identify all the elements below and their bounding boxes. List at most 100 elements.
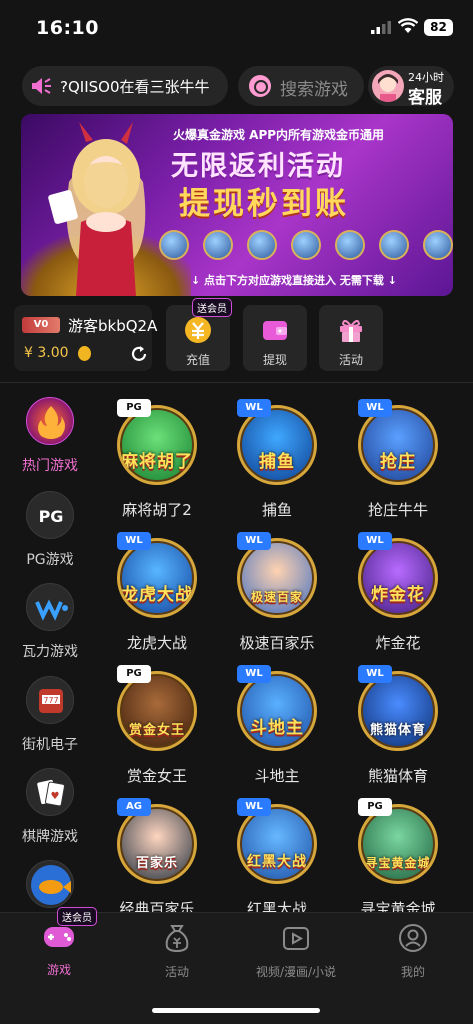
sidebar-label: 瓦力游戏 (22, 644, 78, 660)
game-tile-bounty-queen[interactable]: 赏金女王 PG 赏金女王 (107, 665, 207, 786)
game-tile-classic-baccarat[interactable]: 百家乐 AG 经典百家乐 (107, 798, 207, 919)
account-card[interactable]: V0 游客bkbQ2A ¥ 3.00 (14, 305, 157, 371)
wl-badge: WL (358, 399, 392, 417)
sidebar-item-wl-games[interactable]: 瓦力游戏 (0, 583, 100, 661)
game-art-text: 赏金女王 (128, 723, 185, 738)
game-label: 极速百家乐 (239, 634, 315, 652)
vip-gift-tag: 送会员 (57, 907, 97, 926)
banner-subtitle: 火爆真金游戏 APP内所有游戏金币通用 (173, 128, 385, 142)
game-art-text: 抢庄 (380, 452, 416, 472)
sidebar-label: 热门游戏 (22, 458, 78, 474)
withdraw-button[interactable]: 提现 (243, 305, 307, 371)
refresh-icon[interactable] (130, 345, 148, 363)
game-art-text: 龙虎大战 (121, 585, 193, 605)
user-icon (399, 924, 427, 952)
slot-machine-icon: 777 (26, 676, 74, 724)
game-tile-fishing[interactable]: 捕鱼 WL 捕鱼 (227, 399, 327, 520)
game-tile-panda-sports[interactable]: 熊猫体育 WL 熊猫体育 (348, 665, 448, 786)
game-artwork: 极速百家 (237, 538, 317, 618)
nav-label: 视频/漫画/小说 (255, 965, 337, 979)
sidebar-label: PG游戏 (26, 552, 74, 568)
game-label: 麻将胡了2 (122, 501, 192, 519)
service-label: 客服 (408, 88, 442, 108)
wl-badge: WL (237, 532, 271, 550)
sidebar-item-arcade[interactable]: 777 街机电子 (0, 676, 100, 754)
banner-game-icons (159, 230, 453, 260)
sidebar-item-fishing[interactable] (0, 860, 100, 908)
game-tile-mahjong-ways-2[interactable]: 麻将胡了 PG 麻将胡了2 (107, 399, 207, 520)
yuan-icon (185, 317, 211, 343)
game-label: 熊猫体育 (367, 767, 428, 785)
game-tile-red-black[interactable]: 红黑大战 WL 红黑大战 (227, 798, 327, 919)
game-artwork: 抢庄 (358, 405, 438, 485)
banner-game-icon (379, 230, 409, 260)
gamepad-icon (44, 927, 74, 947)
nav-tab-activity[interactable]: 活动 (122, 923, 232, 980)
wallet-icon (263, 321, 287, 340)
search-placeholder: 搜索游戏 (280, 80, 348, 100)
banner-game-icon (247, 230, 277, 260)
game-label: 炸金花 (375, 634, 421, 652)
game-tile-landlord[interactable]: 斗地主 WL 斗地主 (227, 665, 327, 786)
svg-text:♥: ♥ (51, 791, 60, 802)
banner-footer-text: ↓ 点击下方对应游戏直接进入 无需下载 ↓ (191, 274, 397, 287)
game-artwork: 龙虎大战 (117, 538, 197, 618)
fish-icon (26, 860, 74, 908)
balance: ¥ 3.00 (24, 345, 69, 361)
announcement-marquee[interactable]: ?QIISO0在看三张牛牛 (22, 66, 228, 106)
username: 游客bkbQ2A (68, 317, 158, 335)
game-label: 抢庄牛牛 (367, 501, 428, 519)
nav-tab-media[interactable]: 视频/漫画/小说 (241, 923, 351, 980)
game-tile-golden-flower[interactable]: 炸金花 WL 炸金花 (348, 532, 448, 653)
recharge-label: 充值 (185, 353, 210, 367)
sidebar-item-pg-games[interactable]: PG PG游戏 (0, 491, 100, 569)
announcement-text: ?QIISO0在看三张牛牛 (60, 78, 210, 96)
status-bar: 16:10 82 (0, 0, 473, 56)
nav-label: 活动 (164, 965, 189, 979)
wl-badge: WL (117, 532, 151, 550)
speaker-icon (32, 78, 51, 94)
svg-text:777: 777 (43, 696, 58, 705)
home-indicator (152, 1008, 320, 1013)
game-artwork: 红黑大战 (237, 804, 317, 884)
battery-indicator: 82 (424, 19, 453, 36)
game-art-text: 炸金花 (371, 585, 425, 605)
banner-title: 提现秒到账 (179, 186, 349, 222)
banner-character-image (48, 122, 146, 296)
banner-game-icon (291, 230, 321, 260)
sidebar-item-hot-games[interactable]: 热门游戏 (0, 397, 100, 475)
game-art-text: 寻宝黄金城 (365, 856, 431, 870)
nav-tab-profile[interactable]: 我的 (358, 923, 468, 980)
pg-badge: PG (117, 665, 151, 683)
game-art-text: 红黑大战 (247, 854, 307, 870)
customer-service-button[interactable]: 24小时 客服 (368, 66, 454, 108)
wl-badge: WL (358, 665, 392, 683)
promo-banner[interactable]: 火爆真金游戏 APP内所有游戏金币通用 无限返利活动 提现秒到账 ↓ 点击下方对… (21, 114, 453, 296)
wl-badge: WL (358, 532, 392, 550)
vip-badge: V0 (22, 317, 60, 333)
search-icon (249, 75, 271, 97)
nav-label: 游戏 (46, 963, 71, 977)
banner-game-icon (423, 230, 453, 260)
vip-gift-tag: 送会员 (192, 298, 232, 317)
game-art-text: 麻将胡了 (121, 452, 193, 472)
nav-tab-games[interactable]: 游戏 (4, 923, 114, 978)
search-input[interactable]: 搜索游戏 (238, 66, 364, 106)
banner-game-icon (335, 230, 365, 260)
game-tile-speed-baccarat[interactable]: 极速百家 WL 极速百家乐 (227, 532, 327, 653)
sidebar-item-cards[interactable]: ♥ 棋牌游戏 (0, 768, 100, 846)
activity-label: 活动 (338, 353, 363, 367)
gift-icon (340, 320, 362, 342)
wl-badge: WL (237, 399, 271, 417)
wl-badge: WL (237, 798, 271, 816)
game-tile-dragon-tiger[interactable]: 龙虎大战 WL 龙虎大战 (107, 532, 207, 653)
game-artwork: 捕鱼 (237, 405, 317, 485)
game-tile-bull-bull[interactable]: 抢庄 WL 抢庄牛牛 (348, 399, 448, 520)
game-tile-treasure-gold[interactable]: 寻宝黄金城 PG 寻宝黄金城 (348, 798, 448, 919)
pg-badge: PG (358, 798, 392, 816)
activity-button[interactable]: 活动 (319, 305, 383, 371)
video-icon (283, 927, 309, 950)
service-avatar (372, 70, 404, 102)
game-artwork: 麻将胡了 (117, 405, 197, 485)
game-art-text: 百家乐 (135, 856, 178, 871)
